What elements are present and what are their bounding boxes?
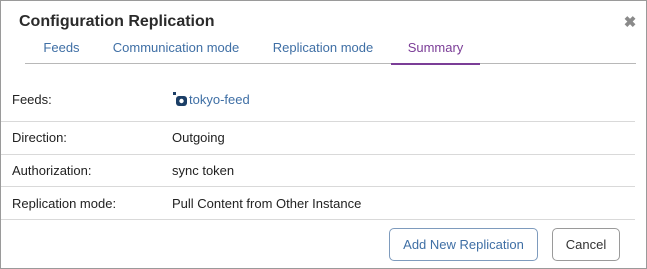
close-icon[interactable]: ✖ (622, 14, 638, 32)
tab-replication-mode[interactable]: Replication mode (254, 33, 392, 64)
replication-mode-value: Pull Content from Other Instance (172, 196, 362, 211)
authorization-value: sync token (172, 163, 235, 178)
feed-name[interactable]: tokyo-feed (189, 92, 250, 107)
feeds-label: Feeds: (12, 92, 52, 107)
summary-row-authorization: Authorization: sync token (1, 155, 635, 187)
direction-label: Direction: (12, 130, 67, 145)
summary-row-replication-mode: Replication mode: Pull Content from Othe… (1, 187, 635, 220)
tab-summary[interactable]: Summary (391, 33, 480, 65)
tab-communication-mode[interactable]: Communication mode (98, 33, 254, 64)
feed-icon (173, 92, 187, 106)
cancel-button[interactable]: Cancel (552, 228, 620, 261)
replication-mode-label: Replication mode: (12, 196, 117, 211)
add-new-replication-button[interactable]: Add New Replication (389, 228, 538, 261)
direction-value: Outgoing (172, 130, 225, 145)
configuration-replication-dialog: Configuration Replication ✖ Feeds Commun… (0, 0, 647, 269)
summary-row-direction: Direction: Outgoing (1, 122, 635, 155)
dialog-title: Configuration Replication (19, 13, 215, 30)
tab-feeds[interactable]: Feeds (25, 33, 98, 64)
authorization-label: Authorization: (12, 163, 92, 178)
tab-bar: Feeds Communication mode Replication mod… (25, 33, 636, 65)
summary-row-feeds: Feeds: tokyo-feed (1, 77, 635, 122)
feed-link[interactable]: tokyo-feed (172, 91, 250, 107)
